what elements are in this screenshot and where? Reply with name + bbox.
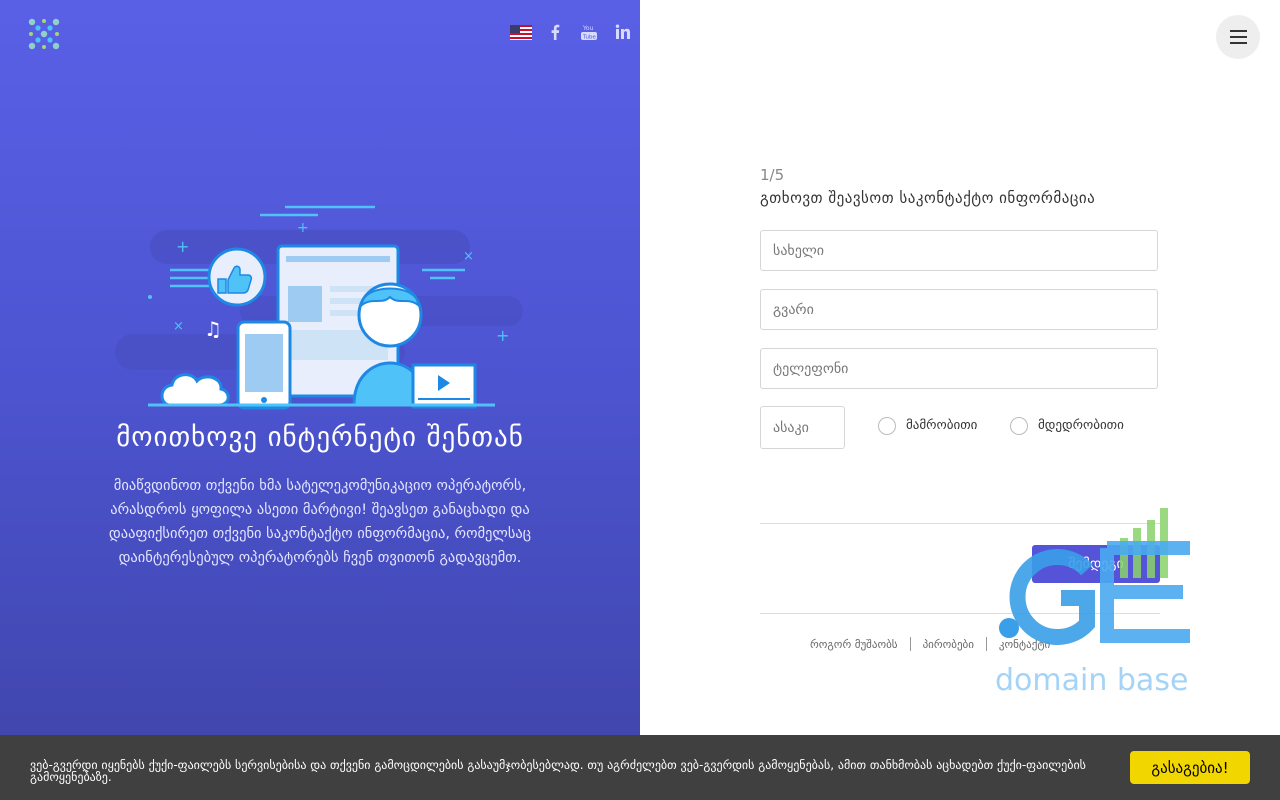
hero-description: მიაწვდინოთ თქვენი ხმა სატელეკომუნიკაციო … <box>108 478 532 566</box>
hero-illustration: + + + × × ♫ <box>115 205 523 410</box>
watermark-text: domain base <box>995 663 1189 698</box>
gender-female-radio[interactable]: მდედრობითი <box>1010 417 1124 435</box>
age-field-wrapper <box>760 406 845 449</box>
name-input[interactable] <box>761 231 1157 270</box>
radio-circle-icon[interactable] <box>1010 417 1028 435</box>
cookie-message: ვებ-გვერდი იყენებს ქუქი-ფაილებს სერვისებ… <box>30 758 1086 784</box>
hero-panel: You Tube + + + × × ♫ მოითხოვე ინტერნეტი … <box>0 0 640 800</box>
menu-icon <box>1229 30 1247 32</box>
radio-circle-icon[interactable] <box>878 417 896 435</box>
svg-text:×: × <box>173 319 184 334</box>
next-button[interactable]: შემდეგი <box>1032 545 1160 583</box>
surname-input[interactable] <box>761 290 1157 329</box>
footer-links: როგორ მუშაობს პირობები კონტაქტი <box>810 637 1050 651</box>
terms-link[interactable]: პირობები <box>923 638 974 651</box>
phone-input[interactable] <box>761 349 1157 388</box>
svg-text:×: × <box>463 249 474 264</box>
svg-text:+: + <box>496 326 509 345</box>
divider <box>760 613 1160 614</box>
youtube-icon[interactable]: You Tube <box>578 22 600 42</box>
form-step-indicator: 1/5 <box>760 166 785 184</box>
facebook-icon[interactable] <box>544 22 566 42</box>
cookie-accept-button[interactable]: გასაგებია! <box>1130 751 1250 784</box>
site-logo[interactable] <box>26 16 62 52</box>
svg-text:+: + <box>176 237 189 256</box>
gender-female-label: მდედრობითი <box>1038 417 1124 433</box>
age-input[interactable] <box>761 407 844 448</box>
form-title: გთხოვთ შეავსოთ საკონტაქტო ინფორმაცია <box>760 189 1096 207</box>
us-flag-icon[interactable] <box>510 22 532 42</box>
gender-male-label: მამრობითი <box>906 417 978 433</box>
domain-base-watermark: domain base <box>995 508 1195 698</box>
social-links: You Tube <box>510 22 634 42</box>
hero-title: მოითხოვე ინტერნეტი შენთან <box>116 422 524 453</box>
how-it-works-link[interactable]: როგორ მუშაობს <box>810 638 898 651</box>
contact-link[interactable]: კონტაქტი <box>999 638 1050 651</box>
svg-text:+: + <box>297 220 309 236</box>
name-field-wrapper <box>760 230 1158 271</box>
svg-text:You: You <box>582 25 594 32</box>
divider <box>760 523 1160 524</box>
surname-field-wrapper <box>760 289 1158 330</box>
svg-text:♫: ♫ <box>204 317 222 341</box>
linkedin-icon[interactable] <box>612 22 634 42</box>
phone-field-wrapper <box>760 348 1158 389</box>
hamburger-menu-button[interactable] <box>1216 15 1260 59</box>
gender-male-radio[interactable]: მამრობითი <box>878 417 977 435</box>
svg-text:Tube: Tube <box>582 35 597 41</box>
